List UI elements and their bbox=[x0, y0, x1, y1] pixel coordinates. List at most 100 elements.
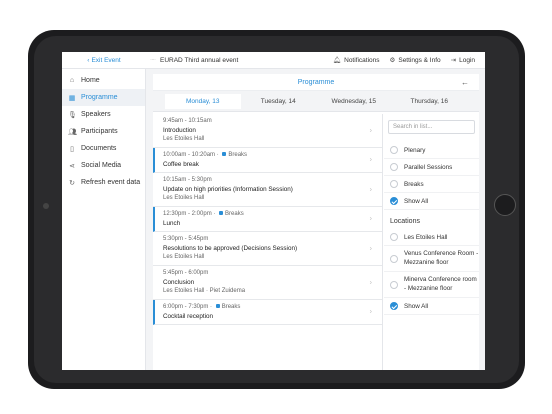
session-time: 10:15am - 5:30pm bbox=[163, 177, 212, 183]
radio-icon bbox=[390, 180, 398, 188]
chevron-right-icon: › bbox=[369, 245, 372, 252]
session-time: 5:45pm - 6:00pm bbox=[163, 270, 209, 276]
filter-plenary[interactable]: Plenary bbox=[384, 142, 479, 159]
login-button[interactable]: ⇥ Login bbox=[450, 56, 475, 65]
gear-icon: ⚙ bbox=[389, 57, 396, 64]
session-time: 12:30pm - 2:00pm bbox=[163, 211, 212, 217]
filter-location-venus[interactable]: Venus Conference Room - Mezzanine floor bbox=[384, 246, 479, 272]
session-title: Conclusion bbox=[163, 279, 195, 286]
sidebar-item-label: Speakers bbox=[81, 111, 111, 118]
exit-event-button[interactable]: ‹ Exit Event bbox=[62, 57, 146, 64]
exit-event-label: Exit Event bbox=[91, 56, 121, 64]
notifications-label: Notifications bbox=[344, 56, 380, 64]
session-row[interactable]: 5:30pm - 5:45pm Resolutions to be approv… bbox=[153, 232, 382, 266]
home-icon: ⌂ bbox=[69, 77, 75, 84]
locations-heading: Locations bbox=[390, 218, 420, 225]
session-location: Les Etoiles Hall bbox=[163, 136, 205, 142]
tab-day-3[interactable]: Wednesday, 15 bbox=[316, 94, 392, 109]
settings-button[interactable]: ⚙ Settings & Info bbox=[389, 56, 441, 65]
camera bbox=[43, 203, 49, 209]
sidebar-item-documents[interactable]: ▯ Documents bbox=[62, 140, 145, 157]
session-tag: Breaks bbox=[228, 152, 248, 158]
tab-day-4[interactable]: Thursday, 16 bbox=[392, 94, 468, 109]
chevron-right-icon: › bbox=[369, 215, 372, 223]
refresh-icon: ↻ bbox=[69, 179, 75, 187]
microphone-icon: 🎙︎ bbox=[68, 111, 77, 119]
session-time: 6:00pm - 7:30pm bbox=[163, 304, 209, 310]
sidebar-item-label: Refresh event data bbox=[81, 179, 141, 186]
chevron-right-icon: › bbox=[369, 279, 372, 286]
filter-location-les-etoiles[interactable]: Les Etoiles Hall bbox=[384, 229, 479, 246]
sidebar-item-participants[interactable]: 👥︎ Participants bbox=[62, 123, 145, 140]
sidebar-item-label: Programme bbox=[81, 94, 118, 101]
tab-day-2[interactable]: Tuesday, 14 bbox=[241, 94, 317, 109]
session-location: Les Etoiles Hall · Piet Zuidema bbox=[163, 288, 246, 294]
session-row[interactable]: 10:00am - 10:20am · Breaks Coffee break … bbox=[153, 148, 382, 173]
filter-show-all-locations[interactable]: Show All bbox=[384, 298, 479, 315]
sidebar-item-social-media[interactable]: ⋖ Social Media bbox=[62, 157, 145, 174]
session-time: 5:30pm - 5:45pm bbox=[163, 236, 209, 242]
radio-icon bbox=[390, 146, 398, 154]
checked-radio-icon bbox=[390, 197, 398, 205]
top-bar: ‹ Exit Event ·-· EURAD Third annual even… bbox=[62, 52, 485, 69]
notifications-button[interactable]: 🔔︎ Notifications bbox=[332, 56, 380, 65]
sidebar-item-label: Documents bbox=[81, 145, 117, 152]
radio-icon bbox=[390, 163, 398, 171]
filter-label: Breaks bbox=[404, 180, 424, 188]
login-icon: ⇥ bbox=[450, 57, 457, 64]
session-row[interactable]: 9:45am - 10:15am Introduction Les Etoile… bbox=[153, 114, 382, 148]
session-tag: Breaks bbox=[221, 304, 241, 310]
filter-breaks[interactable]: Breaks bbox=[384, 176, 479, 193]
chevron-left-icon: ‹ bbox=[87, 56, 90, 64]
session-list: 9:45am - 10:15am Introduction Les Etoile… bbox=[153, 114, 383, 370]
tab-day-1[interactable]: Monday, 13 bbox=[165, 93, 241, 109]
page-title: Programme bbox=[297, 78, 335, 86]
sidebar-item-label: Participants bbox=[81, 128, 118, 135]
calendar-icon: ▦ bbox=[68, 94, 76, 102]
search-input[interactable]: Search in list... bbox=[388, 120, 475, 134]
session-title: Introduction bbox=[163, 127, 196, 134]
filter-label: Show All bbox=[404, 197, 429, 205]
session-row[interactable]: 12:30pm - 2:00pm · Breaks Lunch › bbox=[153, 207, 382, 232]
session-title: Coffee break bbox=[163, 161, 199, 168]
login-label: Login bbox=[459, 56, 475, 64]
chevron-right-icon: › bbox=[369, 308, 372, 316]
tag-dot-icon bbox=[222, 152, 227, 157]
filter-label: Les Etoiles Hall bbox=[404, 233, 448, 241]
tag-dot-icon bbox=[215, 304, 220, 309]
filter-show-all-types[interactable]: Show All bbox=[384, 193, 479, 210]
radio-icon bbox=[390, 254, 398, 263]
filter-label: Venus Conference Room - Mezzanine floor bbox=[404, 250, 479, 266]
session-time: 10:00am - 10:20am bbox=[163, 152, 216, 158]
session-row[interactable]: 5:45pm - 6:00pm Conclusion Les Etoiles H… bbox=[153, 266, 382, 300]
event-logo-icon: ·-· bbox=[150, 57, 156, 63]
document-icon: ▯ bbox=[70, 145, 74, 153]
session-title: Update on high priorities (Information S… bbox=[163, 186, 293, 193]
bell-icon: 🔔︎ bbox=[332, 57, 342, 64]
filter-parallel-sessions[interactable]: Parallel Sessions bbox=[384, 159, 479, 176]
tag-dot-icon bbox=[219, 211, 224, 216]
programme-panel: Programme ← Monday, 13 Tuesday, 14 Wedne… bbox=[153, 74, 479, 370]
back-arrow-icon[interactable]: ← bbox=[461, 78, 469, 87]
session-title: Lunch bbox=[163, 220, 181, 227]
session-tag: Breaks bbox=[225, 211, 244, 217]
filter-panel: Search in list... Plenary Parallel Sessi… bbox=[384, 114, 479, 370]
session-location: Les Etoiles Hall bbox=[163, 254, 205, 260]
radio-icon bbox=[390, 233, 398, 241]
sidebar-item-label: Social Media bbox=[81, 162, 122, 169]
filter-location-minerva[interactable]: Minerva Conference room - Mezzanine floo… bbox=[384, 272, 479, 298]
home-button[interactable] bbox=[494, 194, 516, 216]
sidebar-item-refresh[interactable]: ↻ Refresh event data bbox=[62, 174, 145, 191]
sidebar-item-speakers[interactable]: 🎙︎ Speakers bbox=[62, 106, 145, 123]
chevron-right-icon: › bbox=[369, 127, 372, 134]
filter-label: Plenary bbox=[404, 146, 426, 154]
filter-label: Show All bbox=[404, 302, 429, 310]
checked-radio-icon bbox=[390, 302, 398, 310]
sidebar-item-programme[interactable]: ▦ Programme bbox=[62, 89, 145, 106]
session-title: Cocktail reception bbox=[163, 313, 214, 320]
app-screen: ‹ Exit Event ·-· EURAD Third annual even… bbox=[62, 52, 485, 370]
sidebar-item-home[interactable]: ⌂ Home bbox=[62, 72, 145, 89]
session-row[interactable]: 10:15am - 5:30pm Update on high prioriti… bbox=[153, 173, 382, 207]
session-row[interactable]: 6:00pm - 7:30pm · Breaks Cocktail recept… bbox=[153, 300, 382, 325]
filter-label: Parallel Sessions bbox=[404, 163, 453, 171]
